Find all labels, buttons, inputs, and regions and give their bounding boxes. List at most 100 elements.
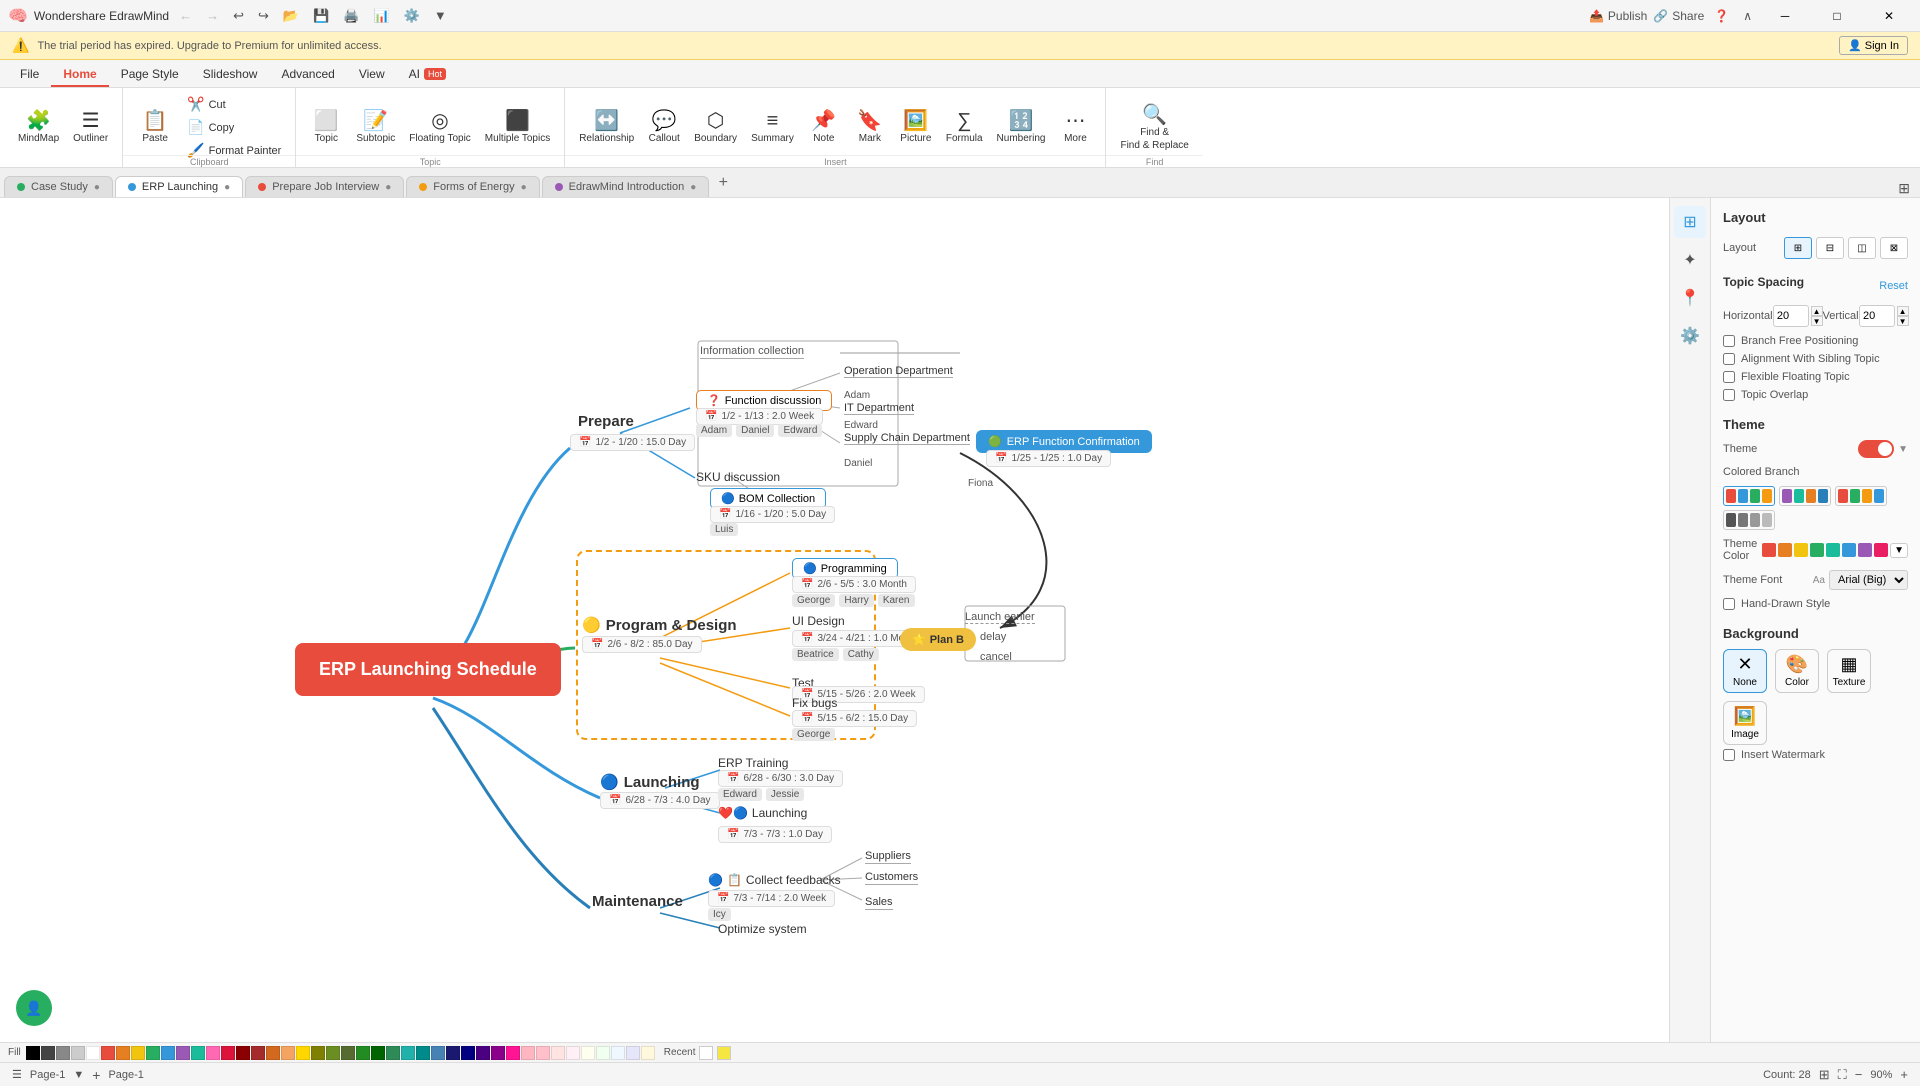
tab-forms-energy[interactable]: Forms of Energy ● bbox=[406, 176, 539, 197]
swatch-group-1[interactable] bbox=[1723, 486, 1775, 506]
pal-color[interactable] bbox=[491, 1046, 505, 1060]
tab-file[interactable]: File bbox=[8, 63, 51, 87]
pal-color[interactable] bbox=[101, 1046, 115, 1060]
pal-color[interactable] bbox=[281, 1046, 295, 1060]
recent-white[interactable] bbox=[699, 1046, 713, 1060]
theme-font-select[interactable]: Arial (Big) bbox=[1829, 570, 1908, 590]
close-forms-tab[interactable]: ● bbox=[521, 182, 527, 193]
pal-color[interactable] bbox=[326, 1046, 340, 1060]
bg-texture-btn[interactable]: ▦ Texture bbox=[1827, 649, 1871, 693]
pal-color[interactable] bbox=[626, 1046, 640, 1060]
plan-b-badge[interactable]: ⭐ Plan B bbox=[900, 628, 976, 651]
paste-btn[interactable]: 📋 Paste bbox=[131, 92, 179, 163]
tab-slideshow[interactable]: Slideshow bbox=[191, 63, 270, 87]
flexible-checkbox[interactable] bbox=[1723, 371, 1735, 383]
pal-color[interactable] bbox=[191, 1046, 205, 1060]
theme-color-8[interactable] bbox=[1874, 543, 1888, 557]
horizontal-value[interactable] bbox=[1773, 305, 1809, 327]
layout-icon-3[interactable]: ◫ bbox=[1848, 237, 1876, 259]
pal-color[interactable] bbox=[341, 1046, 355, 1060]
theme-color-2[interactable] bbox=[1778, 543, 1792, 557]
tab-pagestyle[interactable]: Page Style bbox=[109, 63, 191, 87]
callout-btn[interactable]: 💬 Callout bbox=[642, 92, 686, 163]
theme-color-4[interactable] bbox=[1810, 543, 1824, 557]
layout-icon-1[interactable]: ⊞ bbox=[1784, 237, 1812, 259]
panel-tab-settings-icon[interactable]: ⚙️ bbox=[1674, 320, 1706, 352]
tab-ai[interactable]: AI Hot bbox=[397, 63, 458, 87]
central-node[interactable]: ERP Launching Schedule bbox=[295, 643, 561, 696]
close-case-tab[interactable]: ● bbox=[94, 182, 100, 193]
more-btn[interactable]: ⋯ More bbox=[1053, 92, 1097, 163]
pal-color[interactable] bbox=[431, 1046, 445, 1060]
pal-color[interactable] bbox=[296, 1046, 310, 1060]
pal-color[interactable] bbox=[221, 1046, 235, 1060]
sku-discussion-node[interactable]: SKU discussion bbox=[696, 470, 780, 484]
pal-color[interactable] bbox=[551, 1046, 565, 1060]
picture-btn[interactable]: 🖼️ Picture bbox=[894, 92, 938, 163]
add-tab-button[interactable]: + bbox=[711, 171, 735, 195]
boundary-btn[interactable]: ⬡ Boundary bbox=[688, 92, 743, 163]
maximize-canvas-btn[interactable]: ⊞ bbox=[1892, 180, 1916, 197]
pal-color[interactable] bbox=[146, 1046, 160, 1060]
zoom-out-btn[interactable]: − bbox=[1855, 1067, 1863, 1082]
hand-drawn-checkbox[interactable] bbox=[1723, 598, 1735, 610]
bg-image-btn[interactable]: 🖼️ Image bbox=[1723, 701, 1767, 745]
redo-btn[interactable]: → bbox=[202, 6, 223, 25]
vertical-value[interactable] bbox=[1859, 305, 1895, 327]
panel-tab-location-icon[interactable]: 📍 bbox=[1674, 282, 1706, 314]
panel-tab-layout-icon[interactable]: ⊞ bbox=[1674, 206, 1706, 238]
collapse-btn[interactable]: ∧ bbox=[1739, 7, 1756, 25]
folder-btn[interactable]: 📂 bbox=[279, 6, 303, 26]
pal-color[interactable] bbox=[506, 1046, 520, 1060]
theme-color-5[interactable] bbox=[1826, 543, 1840, 557]
pal-color[interactable] bbox=[56, 1046, 70, 1060]
tab-home[interactable]: Home bbox=[51, 63, 108, 87]
print-btn[interactable]: 🖨️ bbox=[339, 6, 363, 26]
theme-color-7[interactable] bbox=[1858, 543, 1872, 557]
mind-map-canvas[interactable]: ERP Launching Schedule Prepare 📅 1/2 - 1… bbox=[0, 198, 1669, 1042]
ui-design-node[interactable]: UI Design bbox=[792, 614, 845, 628]
outliner-btn[interactable]: ☰ Outliner bbox=[67, 107, 114, 148]
watermark-checkbox[interactable] bbox=[1723, 749, 1735, 761]
theme-color-3[interactable] bbox=[1794, 543, 1808, 557]
pal-color[interactable] bbox=[131, 1046, 145, 1060]
toggle-sidebar-btn[interactable]: ☰ bbox=[12, 1068, 22, 1081]
erp-training-node[interactable]: ERP Training bbox=[718, 756, 788, 770]
pal-color[interactable] bbox=[371, 1046, 385, 1060]
pal-color[interactable] bbox=[311, 1046, 325, 1060]
close-btn[interactable]: ✕ bbox=[1866, 0, 1912, 32]
delay-node[interactable]: delay bbox=[980, 631, 1006, 643]
pal-color[interactable] bbox=[176, 1046, 190, 1060]
pal-color[interactable] bbox=[386, 1046, 400, 1060]
minimize-btn[interactable]: ─ bbox=[1762, 0, 1808, 32]
close-erp-tab[interactable]: ● bbox=[224, 182, 230, 193]
undo-btn[interactable]: ← bbox=[175, 6, 196, 25]
signin-btn[interactable]: 👤 Sign In bbox=[1839, 36, 1908, 55]
cut-btn[interactable]: ✂️ Cut bbox=[181, 94, 287, 115]
zoom-in-btn[interactable]: + bbox=[1900, 1067, 1908, 1082]
layout-icon-2[interactable]: ⊟ bbox=[1816, 237, 1844, 259]
overlap-checkbox[interactable] bbox=[1723, 389, 1735, 401]
pal-color[interactable] bbox=[461, 1046, 475, 1060]
prepare-branch[interactable]: Prepare bbox=[578, 413, 634, 430]
launching-sub-node[interactable]: ❤️🔵 Launching bbox=[718, 806, 807, 820]
pal-color[interactable] bbox=[536, 1046, 550, 1060]
pal-color[interactable] bbox=[416, 1046, 430, 1060]
find-replace-btn[interactable]: 🔍 Find & Find & Replace bbox=[1114, 92, 1194, 163]
pal-color[interactable] bbox=[521, 1046, 535, 1060]
publish-button[interactable]: 📤 Publish bbox=[1589, 9, 1647, 23]
gear-btn[interactable]: ⚙️ bbox=[400, 6, 424, 26]
floating-topic-btn[interactable]: ◎ Floating Topic bbox=[403, 92, 477, 163]
theme-color-1[interactable] bbox=[1762, 543, 1776, 557]
formula-btn[interactable]: ∑ Formula bbox=[940, 92, 989, 163]
recent-yellow[interactable] bbox=[717, 1046, 731, 1060]
layout-icon-4[interactable]: ⊠ bbox=[1880, 237, 1908, 259]
mindmap-btn[interactable]: 🧩 MindMap bbox=[12, 107, 65, 148]
horizontal-down[interactable]: ▼ bbox=[1811, 316, 1823, 326]
program-design-branch[interactable]: 🟡 Program & Design bbox=[582, 616, 737, 634]
launch-earlier-node[interactable]: Launch earlier bbox=[965, 611, 1035, 624]
fullscreen-btn[interactable]: ⛶ bbox=[1838, 1067, 1847, 1083]
vertical-down[interactable]: ▼ bbox=[1897, 316, 1909, 326]
subtopic-btn[interactable]: 📝 Subtopic bbox=[350, 92, 401, 163]
fix-bugs-node[interactable]: Fix bugs bbox=[792, 696, 837, 710]
